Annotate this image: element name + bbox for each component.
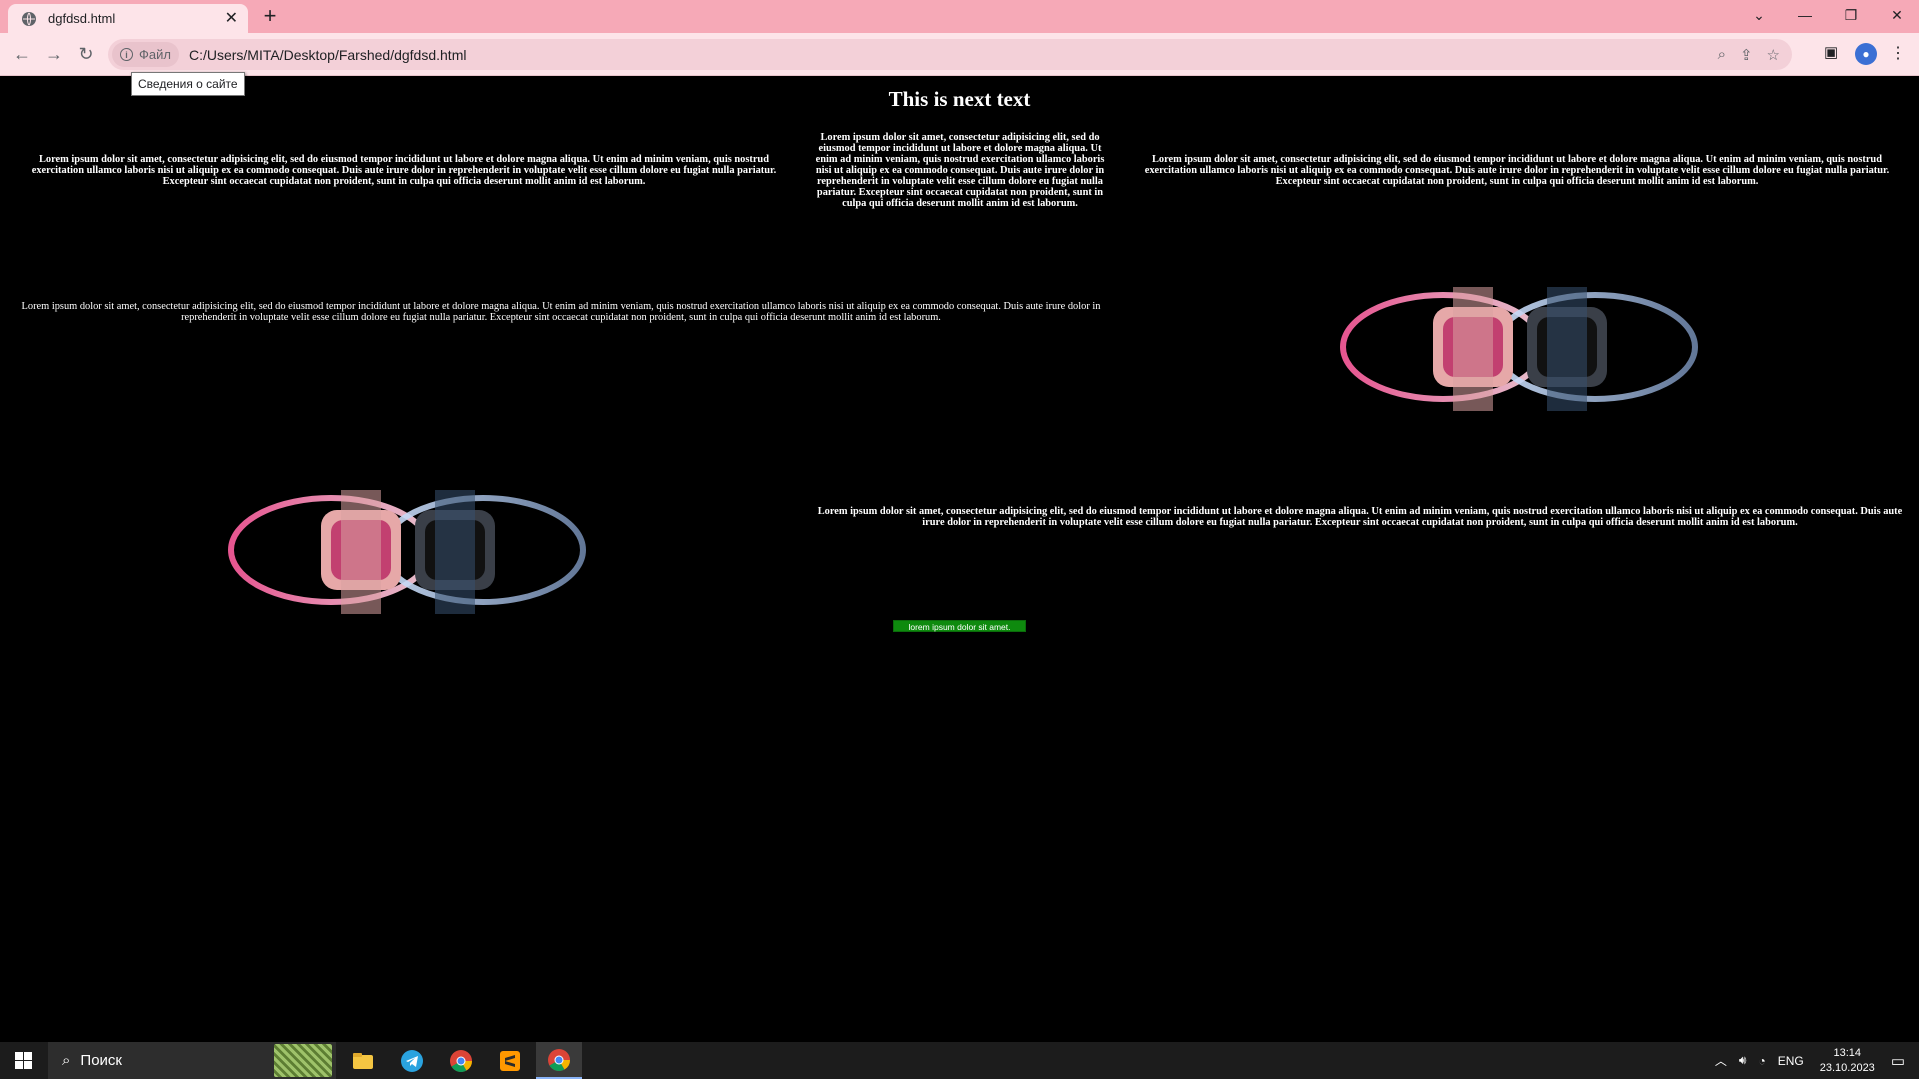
windows-start-button[interactable] xyxy=(0,1042,46,1079)
site-chip-label: Файл xyxy=(139,47,171,62)
tab-dgfdsd[interactable]: dgfdsd.html ✕ xyxy=(8,4,248,33)
green-button[interactable]: lorem ipsum dolor sit amet. xyxy=(893,620,1026,632)
close-tab-icon[interactable]: ✕ xyxy=(225,10,238,27)
close-window-button[interactable]: ✕ xyxy=(1874,0,1919,30)
menu-kebab-icon[interactable]: ⋮ xyxy=(1890,43,1906,63)
profile-avatar[interactable]: ● xyxy=(1855,43,1877,65)
apple-watch-image-right xyxy=(1340,287,1698,411)
chrome-icon[interactable] xyxy=(536,1042,582,1079)
paragraph-top-right: Lorem ipsum dolor sit amet, consectetur … xyxy=(1144,154,1890,187)
file-explorer-icon[interactable] xyxy=(340,1042,386,1079)
back-arrow-icon[interactable]: ← xyxy=(10,42,34,66)
tab-title: dgfdsd.html xyxy=(48,11,116,26)
system-tray: ︿ 🔊︎ ◔ ENG 13:14 23.10.2023 ▭ xyxy=(1709,1042,1919,1079)
zoom-icon[interactable]: ⌕ xyxy=(1718,46,1726,64)
wifi-icon[interactable]: ◔ xyxy=(1758,1054,1765,1068)
page-heading: This is next text xyxy=(888,87,1031,111)
site-info-button[interactable]: i Файл xyxy=(112,42,179,67)
address-bar[interactable]: i Файл C:/Users/MITA/Desktop/Farshed/dgf… xyxy=(108,39,1792,70)
search-icon: ⌕ xyxy=(62,1052,71,1069)
paragraph-lower-right: Lorem ipsum dolor sit amet, consectetur … xyxy=(817,506,1903,528)
info-icon: i xyxy=(120,48,133,61)
clock-date: 23.10.2023 xyxy=(1819,1061,1875,1074)
paragraph-middle-left: Lorem ipsum dolor sit amet, consectetur … xyxy=(21,301,1101,323)
speaker-icon[interactable]: 🔊︎ xyxy=(1739,1053,1747,1068)
url-text[interactable]: C:/Users/MITA/Desktop/Farshed/dgfdsd.htm… xyxy=(189,47,1718,63)
reload-icon[interactable]: ↻ xyxy=(74,42,98,66)
telegram-icon[interactable] xyxy=(389,1042,435,1079)
tab-strip: dgfdsd.html ✕ + ⌄ — ❐ ✕ xyxy=(0,0,1919,33)
search-placeholder: Поиск xyxy=(80,1052,122,1069)
windows-taskbar: ⌕ Поиск ︿ 🔊︎ ◔ ENG 13:14 23.10.2023 ▭ xyxy=(0,1042,1919,1079)
clock-time: 13:14 xyxy=(1833,1046,1862,1059)
forward-arrow-icon[interactable]: → xyxy=(42,42,66,66)
windows-logo-icon xyxy=(14,1052,32,1069)
sublime-text-icon[interactable] xyxy=(487,1042,533,1079)
bookmark-star-icon[interactable]: ☆ xyxy=(1767,46,1780,64)
taskbar-search-box[interactable]: ⌕ Поиск xyxy=(48,1042,336,1079)
notifications-icon[interactable]: ▭ xyxy=(1891,1052,1905,1070)
restore-button[interactable]: ❐ xyxy=(1828,0,1874,30)
language-indicator[interactable]: ENG xyxy=(1778,1054,1804,1068)
share-icon[interactable]: ⇪ xyxy=(1740,46,1753,64)
chrome-icon[interactable] xyxy=(438,1042,484,1079)
minimize-button[interactable]: — xyxy=(1782,0,1828,30)
search-highlight-image[interactable] xyxy=(274,1044,332,1077)
new-tab-button[interactable]: + xyxy=(258,4,282,28)
site-info-tooltip: Сведения о сайте xyxy=(131,72,245,96)
paragraph-top-left: Lorem ipsum dolor sit amet, consectetur … xyxy=(31,154,777,187)
page-viewport: This is next text Lorem ipsum dolor sit … xyxy=(0,77,1919,1042)
clock[interactable]: 13:14 23.10.2023 xyxy=(1820,1046,1875,1076)
chevron-up-icon[interactable]: ︿ xyxy=(1715,1052,1727,1069)
tab-search-icon[interactable]: ⌄ xyxy=(1736,0,1782,30)
paragraph-top-center: Lorem ipsum dolor sit amet, consectetur … xyxy=(815,132,1105,209)
side-panel-icon[interactable]: ▣ xyxy=(1824,43,1838,61)
globe-icon xyxy=(22,11,36,26)
browser-toolbar: ← → ↻ i Файл C:/Users/MITA/Desktop/Farsh… xyxy=(0,33,1919,76)
apple-watch-image-left xyxy=(228,490,586,614)
